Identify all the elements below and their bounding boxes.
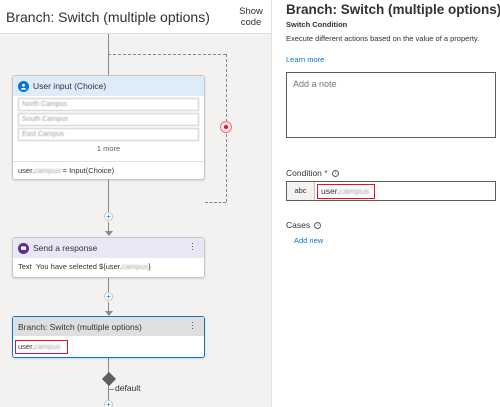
default-branch-label: default <box>115 383 141 393</box>
flow-canvas[interactable]: + + default + User input (Choice) North … <box>0 0 271 407</box>
condition-type-badge[interactable]: abc <box>287 182 315 200</box>
panel-title: Branch: Switch (multiple options) <box>286 2 500 17</box>
condition-label: Condition * i <box>286 168 339 178</box>
cases-label: Cases i <box>286 220 322 230</box>
person-icon <box>18 80 29 92</box>
branch-diamond-icon <box>101 371 117 387</box>
switch-node-title: Branch: Switch (multiple options) <box>18 321 142 332</box>
user-input-binding: user.campus = Input(Choice) <box>13 161 204 179</box>
panel-description: Execute different actions based on the v… <box>286 34 480 43</box>
connector-line <box>108 278 109 293</box>
redacted-property: campus <box>34 166 61 175</box>
loop-marker-icon[interactable] <box>220 121 232 133</box>
more-actions-icon[interactable]: ⋯ <box>188 321 198 329</box>
canvas-header: Branch: Switch (multiple options) Show c… <box>0 0 271 34</box>
user-input-node-title: User input (Choice) <box>33 81 107 91</box>
choice-option: North Campus <box>18 98 199 111</box>
add-step-plus-icon[interactable]: + <box>104 400 113 407</box>
info-icon[interactable]: i <box>331 170 339 178</box>
send-response-node-title: Send a response <box>33 243 98 253</box>
arrow-down-icon <box>105 231 113 236</box>
note-textarea[interactable] <box>286 72 496 138</box>
canvas-title: Branch: Switch (multiple options) <box>6 9 210 25</box>
send-response-node-header: Send a response ⋯ <box>13 238 204 258</box>
highlight-box <box>317 184 375 199</box>
more-options-link[interactable]: 1 more <box>13 144 204 153</box>
send-response-text: Text You have selected ${user.campus} <box>18 262 151 271</box>
redacted-property: campus <box>121 262 149 271</box>
connector-line <box>108 34 109 76</box>
panel-subtitle: Switch Condition <box>286 20 348 29</box>
message-icon <box>18 242 29 254</box>
connector-line <box>108 180 109 212</box>
send-response-node[interactable]: Send a response ⋯ Text You have selected… <box>12 237 205 278</box>
user-input-node[interactable]: User input (Choice) North Campus South C… <box>12 75 205 180</box>
learn-more-link[interactable]: Learn more <box>286 55 324 64</box>
info-icon[interactable]: i <box>314 222 322 230</box>
show-code-button[interactable]: Show code <box>235 6 267 28</box>
loop-dashed-line <box>205 202 226 203</box>
required-marker: * <box>324 168 328 178</box>
add-new-case-link[interactable]: Add new <box>294 236 323 245</box>
highlight-box <box>15 340 68 354</box>
add-step-plus-icon[interactable]: + <box>104 292 113 301</box>
choice-option: South Campus <box>18 113 199 126</box>
more-actions-icon[interactable]: ⋯ <box>188 242 198 250</box>
switch-node-header: Branch: Switch (multiple options) ⋯ <box>13 317 204 336</box>
user-input-node-header: User input (Choice) <box>13 76 204 96</box>
loop-dashed-line <box>108 54 226 55</box>
connector-line <box>108 389 114 390</box>
properties-panel: Branch: Switch (multiple options) Switch… <box>271 0 500 407</box>
add-step-plus-icon[interactable]: + <box>104 212 113 221</box>
choice-option: East Campus <box>18 128 199 141</box>
